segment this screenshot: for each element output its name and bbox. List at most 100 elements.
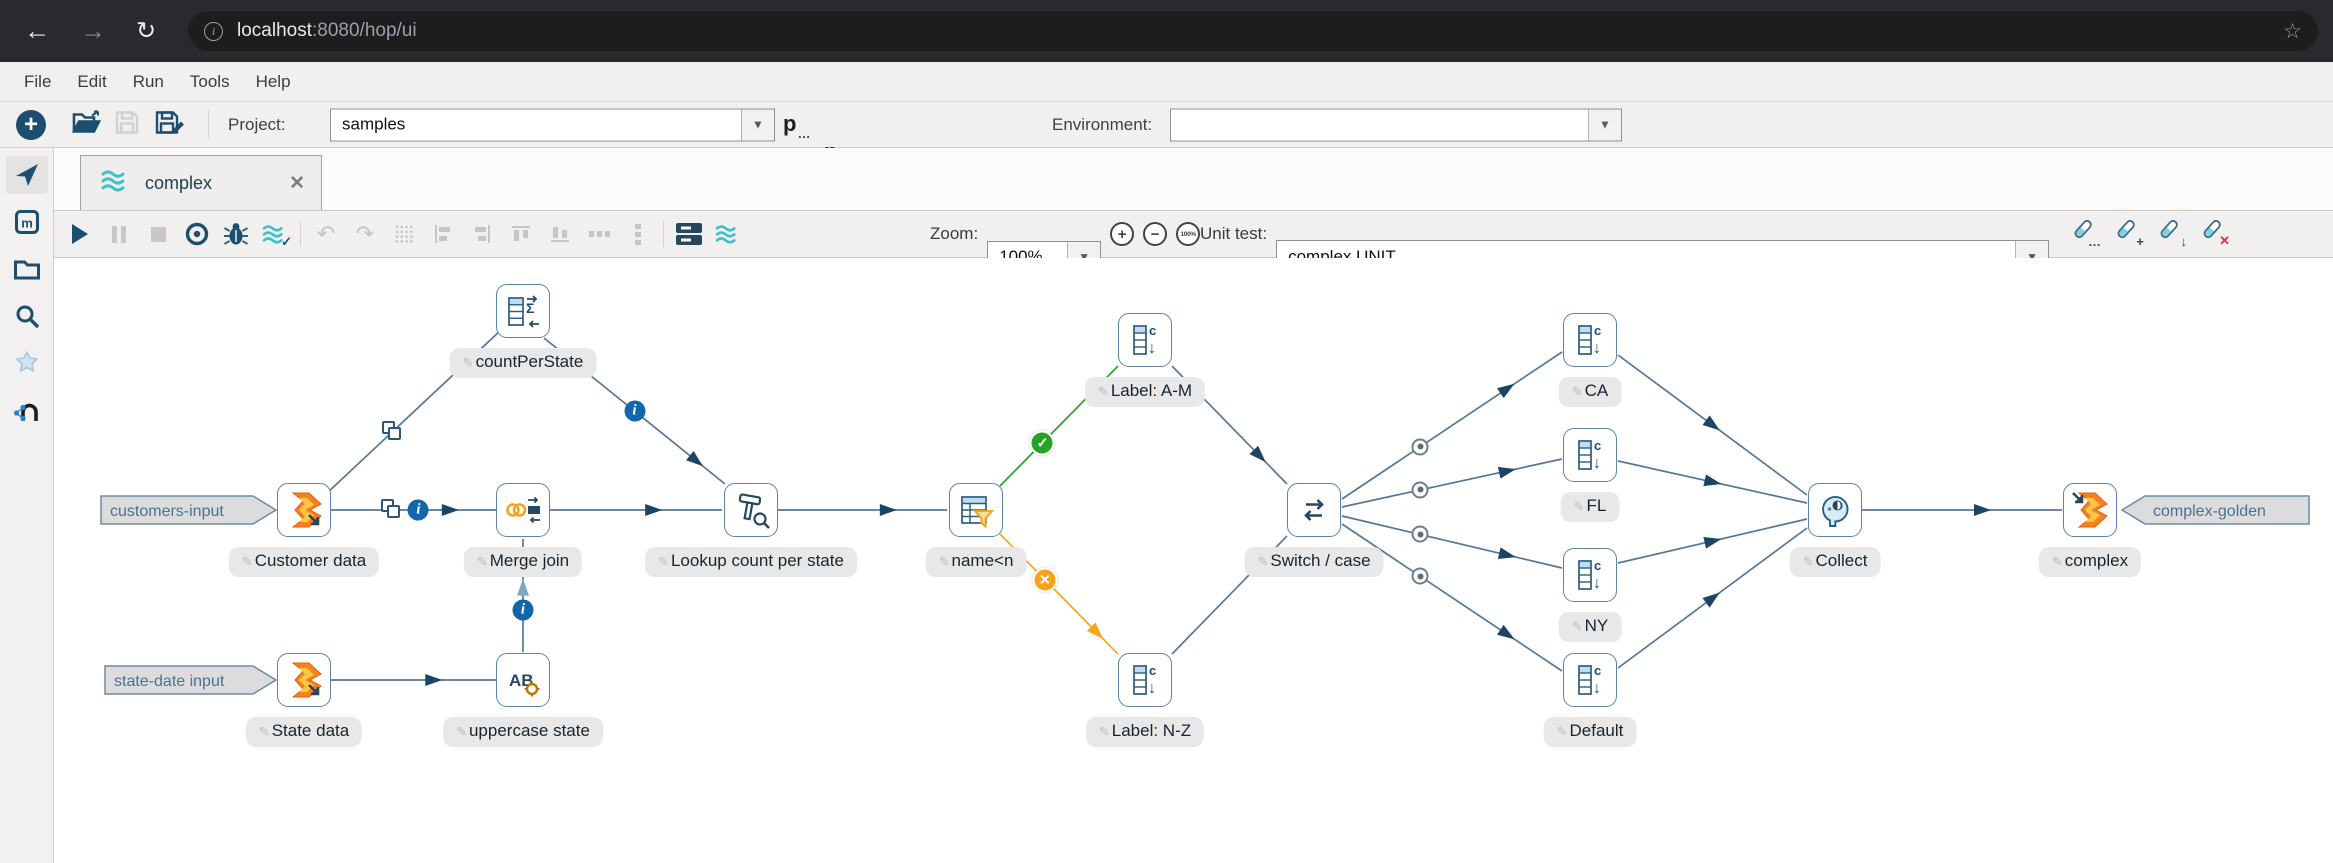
transform-node-lookup-count-per-state[interactable] [724, 483, 778, 537]
transform-node-name-n[interactable] [949, 483, 1003, 537]
delete-unit-test-button[interactable]: ✕ [2198, 219, 2224, 250]
pipeline-edges [54, 258, 2333, 863]
zoom-reset-button[interactable]: 100% [1176, 222, 1200, 246]
transform-label-default[interactable]: ✎Default [1544, 717, 1637, 747]
transform-node-countperstate[interactable]: Σ [496, 284, 550, 338]
menu-item-tools[interactable]: Tools [190, 72, 230, 92]
run-pipeline-button[interactable] [66, 220, 94, 248]
group-by-icon: Σ [503, 291, 543, 331]
transform-label-switch-case[interactable]: ✎Switch / case [1244, 547, 1383, 577]
transform-node-fl[interactable]: c↓ [1563, 428, 1617, 482]
dataset-tag-customers-input[interactable]: customers-input [100, 495, 278, 530]
svg-text:state-date input: state-date input [114, 673, 225, 690]
open-file-button[interactable] [72, 109, 102, 140]
zoom-in-button[interactable]: + [1110, 222, 1134, 246]
transform-node-ny[interactable]: c↓ [1563, 548, 1617, 602]
svg-text:↓: ↓ [1593, 575, 1601, 592]
menu-item-run[interactable]: Run [133, 72, 164, 92]
constants-icon: c↓ [1570, 660, 1610, 700]
hop-badge-copy-icon [382, 421, 404, 443]
url-bar[interactable]: i localhost:8080/hop/ui ☆ [188, 11, 2318, 51]
distribute-horizontally-button [585, 220, 613, 248]
transform-node-collect[interactable] [1808, 483, 1862, 537]
pipeline-canvas[interactable]: customers-input state-date input complex-g… [54, 258, 2333, 863]
transform-label-text: Label: A-M [1111, 381, 1192, 400]
svg-text:c: c [1149, 663, 1156, 678]
transform-label-complex[interactable]: ✎complex [2039, 547, 2141, 577]
svg-text:↓: ↓ [1148, 680, 1156, 697]
project-combo[interactable]: samples▼ [330, 108, 775, 141]
menu-item-edit[interactable]: Edit [77, 72, 106, 92]
menu-item-help[interactable]: Help [256, 72, 291, 92]
transform-node-customer-data[interactable] [277, 483, 331, 537]
close-icon[interactable]: ✕ [289, 172, 305, 195]
edit-pencil-icon: ✎ [939, 554, 950, 569]
transform-label-customer-data[interactable]: ✎Customer data [229, 547, 379, 577]
url-text[interactable]: localhost:8080/hop/ui [237, 20, 417, 42]
transform-label-countperstate[interactable]: ✎countPerState [450, 348, 597, 378]
transform-node-default[interactable]: c↓ [1563, 653, 1617, 707]
dataset-tag-state-date-input[interactable]: state-date input [104, 665, 278, 700]
transform-label-text: Label: N-Z [1112, 721, 1191, 740]
transform-node-ca[interactable]: c↓ [1563, 313, 1617, 367]
unit-test-buttons: … + ↓ ✕ [2069, 211, 2224, 257]
transform-label-uppercase-state[interactable]: ✎uppercase state [443, 717, 603, 747]
transform-label-ca[interactable]: ✎CA [1559, 377, 1622, 407]
sidebar-item-neo4j-perspective[interactable] [6, 391, 48, 429]
transform-label-collect[interactable]: ✎Collect [1790, 547, 1881, 577]
forward-arrow-icon[interactable]: → [80, 16, 106, 47]
neo4j-icon [13, 397, 41, 423]
transform-label-text: State data [272, 721, 350, 740]
transform-node-uppercase-state[interactable]: AB [496, 653, 550, 707]
edit-project-button[interactable]: p… [783, 110, 2333, 138]
edit-pencil-icon: ✎ [1572, 619, 1583, 634]
sidebar-item-metadata-perspective[interactable]: m [6, 203, 48, 241]
transform-label-label-a-m[interactable]: ✎Label: A-M [1085, 377, 1205, 407]
transform-node-state-data[interactable] [277, 653, 331, 707]
detach-unit-test-button[interactable]: ↓ [2155, 219, 2181, 250]
save-button [114, 109, 140, 140]
edit-pencil-icon: ✎ [1098, 384, 1109, 399]
preview-pipeline-button[interactable] [183, 220, 211, 248]
transform-node-complex[interactable] [2063, 483, 2117, 537]
edit-pipeline-button[interactable] [714, 220, 742, 248]
tab-complex[interactable]: complex ✕ [80, 155, 322, 210]
transform-node-merge-join[interactable] [496, 483, 550, 537]
transform-node-switch-case[interactable] [1287, 483, 1341, 537]
transform-label-lookup-count-per-state[interactable]: ✎Lookup count per state [645, 547, 857, 577]
dataset-tag-complex-golden[interactable]: complex-golden [2120, 495, 2310, 530]
svg-text:m: m [21, 216, 33, 231]
zoom-out-button[interactable]: − [1143, 222, 1167, 246]
save-as-button[interactable] [155, 109, 185, 140]
back-arrow-icon[interactable]: ← [24, 16, 50, 47]
new-file-button[interactable]: + [16, 110, 46, 140]
search-icon [14, 303, 40, 329]
show-execution-results-button[interactable] [675, 220, 703, 248]
transform-label-fl[interactable]: ✎FL [1561, 492, 1620, 522]
debug-pipeline-button[interactable] [222, 220, 250, 248]
chevron-down-icon[interactable]: ▼ [741, 109, 774, 140]
transform-label-label-n-z[interactable]: ✎Label: N-Z [1086, 717, 1204, 747]
bookmark-star-icon[interactable]: ☆ [2283, 19, 2302, 44]
check-pipeline-button[interactable]: ✓ [261, 220, 289, 248]
stop-pipeline-button [144, 220, 172, 248]
sidebar-item-search-perspective[interactable] [6, 297, 48, 335]
transform-label-state-data[interactable]: ✎State data [246, 717, 362, 747]
transform-node-label-n-z[interactable]: c↓ [1118, 653, 1172, 707]
hop-badge-target-icon [1412, 526, 1429, 543]
transform-node-label-a-m[interactable]: c↓ [1118, 313, 1172, 367]
plugins-icon [14, 350, 40, 376]
constants-icon: c↓ [1570, 435, 1610, 475]
sidebar-item-plugins-perspective[interactable] [6, 344, 48, 382]
edit-unit-test-button[interactable]: … [2069, 219, 2095, 250]
transform-label-merge-join[interactable]: ✎Merge join [464, 547, 582, 577]
sidebar-item-file-explorer-perspective[interactable] [6, 250, 48, 288]
new-unit-test-button[interactable]: + [2112, 219, 2138, 250]
edit-pencil-icon: ✎ [463, 355, 474, 370]
reload-icon[interactable]: ↻ [136, 17, 156, 46]
sidebar-item-data-orchestration-perspective[interactable] [6, 156, 48, 194]
menu-item-file[interactable]: File [24, 72, 51, 92]
svg-text:complex-golden: complex-golden [2153, 503, 2266, 520]
transform-label-ny[interactable]: ✎NY [1559, 612, 1622, 642]
transform-label-name-n[interactable]: ✎name<n [926, 547, 1027, 577]
